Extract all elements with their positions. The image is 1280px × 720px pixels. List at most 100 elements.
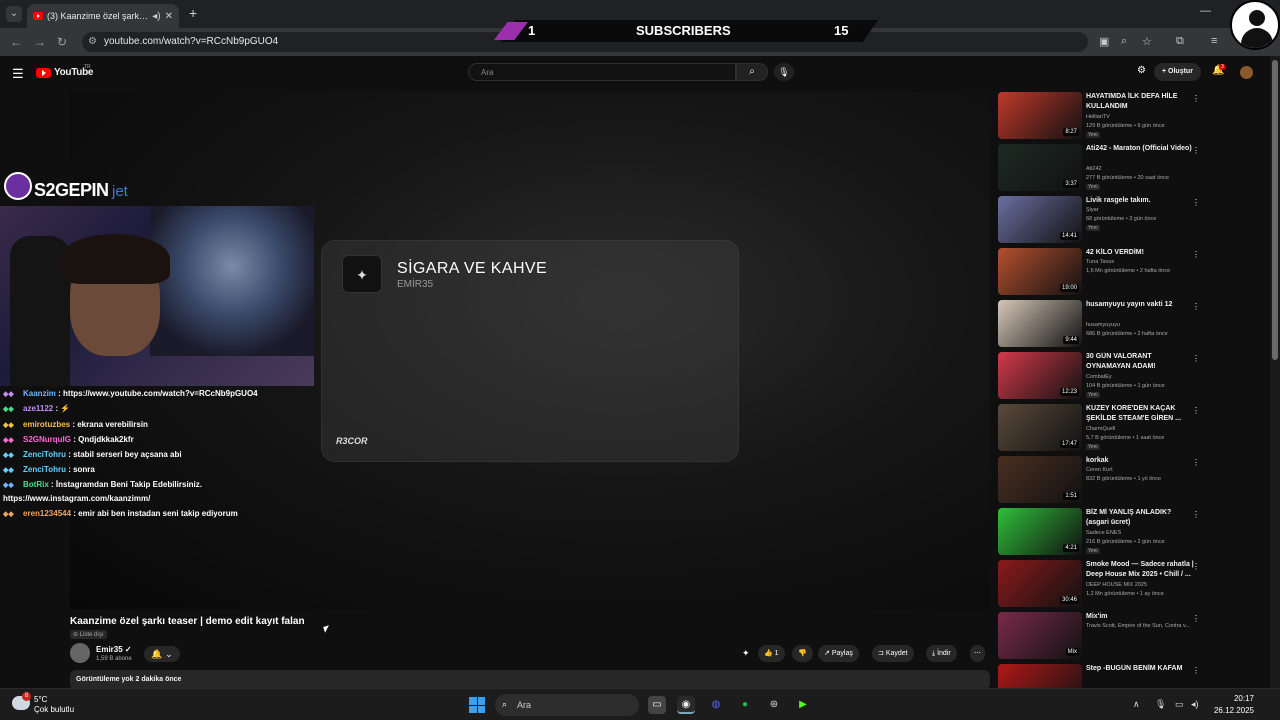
more-options-icon[interactable]: ⋮ [1192, 146, 1200, 155]
save-button[interactable]: ⊐ Kaydet [872, 645, 914, 662]
recommendation-channel[interactable]: Ceren Kurt [1086, 467, 1113, 473]
description-box[interactable]: Görüntüleme yok 2 dakika önce [70, 670, 990, 690]
video-thumbnail[interactable] [998, 664, 1082, 688]
more-options-icon[interactable]: ⋮ [1192, 458, 1200, 467]
chrome-icon[interactable]: ◉ [677, 696, 695, 714]
recommendation-title[interactable]: Smoke Mood — Sadece rahatla | Deep House… [1086, 560, 1196, 579]
recommendation-title[interactable]: Step -BUGÜN BENİM KAFAM [1086, 664, 1196, 674]
more-options-icon[interactable]: ⋮ [1192, 94, 1200, 103]
minimize-icon[interactable]: — [1200, 5, 1211, 17]
spotify-icon[interactable]: ● [736, 696, 754, 714]
recommendation-channel[interactable]: Şiyar [1086, 207, 1099, 213]
site-info-icon[interactable]: ⚙ [88, 36, 97, 47]
scrollbar-thumb[interactable] [1272, 60, 1278, 360]
recommendation-title[interactable]: 42 KİLO VERDİM! [1086, 248, 1196, 258]
tab-search-icon[interactable]: ⌄ [6, 6, 22, 22]
recommendation-title[interactable]: HAYATIMDA İLK DEFA HİLE KULLANDIM [1086, 92, 1196, 111]
video-thumbnail[interactable]: 19:00 [998, 248, 1082, 295]
dislike-button[interactable]: 👎 [792, 645, 813, 662]
create-button[interactable]: + Oluştur [1154, 63, 1201, 81]
recommendation-title[interactable]: korkak [1086, 456, 1196, 466]
back-icon[interactable]: ← [10, 35, 22, 49]
forward-icon[interactable]: → [34, 35, 46, 49]
video-thumbnail[interactable]: 3:37 [998, 144, 1082, 191]
video-thumbnail[interactable]: 9:44 [998, 300, 1082, 347]
recommendation-item[interactable]: Step -BUGÜN BENİM KAFAM ⋮ [998, 664, 1208, 688]
task-view-icon[interactable]: ▭ [648, 696, 666, 714]
zoom-icon[interactable]: ⌕ [1121, 35, 1127, 48]
video-thumbnail[interactable]: Mix [998, 612, 1082, 659]
new-tab-button[interactable]: + [189, 5, 197, 21]
recommendation-item[interactable]: 19:00 42 KİLO VERDİM! Tuna Tavus 1,6 Mn gör… [998, 248, 1208, 300]
bookmark-star-icon[interactable]: ☆ [1142, 35, 1152, 48]
channel-avatar[interactable] [70, 643, 90, 663]
recommendation-item[interactable]: 1:51 korkak Ceren Kurt 832 B görüntüleme • … [998, 456, 1208, 508]
cast-icon[interactable]: ▣ [1099, 35, 1109, 48]
recommendation-item[interactable]: Mix Mix'im Travis Scott, Empire of the Sun… [998, 612, 1208, 664]
recommendation-item[interactable]: 9:44 husamyuyu yayın vakti 12 husamyuyuyu 6… [998, 300, 1208, 352]
recommendation-title[interactable]: KUZEY KORE'DEN KAÇAK ŞEKİLDE STEAM'E GİR… [1086, 404, 1196, 423]
more-options-icon[interactable]: ⋮ [1192, 666, 1200, 675]
video-thumbnail[interactable]: 12:23 [998, 352, 1082, 399]
more-options-icon[interactable]: ⋮ [1192, 406, 1200, 415]
more-options-icon[interactable]: ⋮ [1192, 198, 1200, 207]
network-icon[interactable]: ▭ [1175, 699, 1184, 710]
recommendation-title[interactable]: Livik rasgele takım. [1086, 196, 1196, 206]
recommendation-title[interactable]: BİZ Mİ YANLIŞ ANLADIK? (asgari ücret) [1086, 508, 1196, 527]
recommendation-channel[interactable]: husamyuyuyu [1086, 322, 1120, 328]
speaker-icon[interactable]: ◂) [152, 11, 160, 22]
recommendation-item[interactable]: 14:41 Livik rasgele takım. Şiyar 68 görüntü… [998, 196, 1208, 248]
discord-icon[interactable]: ◍ [707, 696, 725, 714]
recommendation-channel[interactable]: Sadece ENES [1086, 530, 1121, 536]
more-options-icon[interactable]: ⋮ [1192, 614, 1200, 623]
recommendation-title[interactable]: husamyuyu yayın vakti 12 [1086, 300, 1196, 310]
microphone-icon[interactable]: 🎙 [774, 63, 794, 81]
recommendation-title[interactable]: 30 GÜN VALORANT OYNAMAYAN ADAM! [1086, 352, 1196, 371]
subscribe-bell-button[interactable]: 🔔 ⌄ [144, 646, 180, 662]
clock-date[interactable]: 26.12.2025 [1202, 706, 1254, 715]
user-avatar[interactable] [1240, 66, 1253, 79]
share-button[interactable]: ↗ Paylaş [818, 645, 859, 662]
video-thumbnail[interactable]: 17:47 [998, 404, 1082, 451]
more-actions-icon[interactable]: ⋯ [970, 645, 985, 662]
recommendation-item[interactable]: 4:21 BİZ Mİ YANLIŞ ANLADIK? (asgari ücret… [998, 508, 1208, 560]
recommendation-channel[interactable]: CombatEy [1086, 374, 1112, 380]
taskbar-search[interactable]: Ara [495, 694, 639, 716]
video-thumbnail[interactable]: 14:41 [998, 196, 1082, 243]
recommendation-item[interactable]: 8:27 HAYATIMDA İLK DEFA HİLE KULLANDIM Hel… [998, 92, 1208, 144]
video-thumbnail[interactable]: 30:46 [998, 560, 1082, 607]
channel-name[interactable]: Emir35 ✓ [96, 645, 132, 654]
more-options-icon[interactable]: ⋮ [1192, 354, 1200, 363]
search-icon[interactable]: ⌕ [736, 63, 768, 81]
recommendation-channel[interactable]: DEEP HOUSE MIX 2025 [1086, 582, 1147, 588]
extensions-icon[interactable]: ⧉ [1176, 35, 1184, 48]
tray-chevron-icon[interactable]: ∧ [1133, 699, 1140, 710]
recommendation-item[interactable]: 17:47 KUZEY KORE'DEN KAÇAK ŞEKİLDE STEAM'… [998, 404, 1208, 456]
close-tab-icon[interactable]: ✕ [165, 11, 173, 22]
mic-tray-icon[interactable]: 🎙 [1155, 699, 1166, 710]
start-button[interactable] [469, 697, 485, 713]
recommendation-channel[interactable]: CharmQuell [1086, 426, 1115, 432]
recommendation-channel[interactable]: HellianTV [1086, 114, 1110, 120]
reload-icon[interactable]: ↻ [57, 35, 67, 49]
kick-icon[interactable]: ▶ [794, 696, 812, 714]
recommendation-channel[interactable]: Travis Scott, Empire of the Sun, Contra … [1086, 623, 1190, 629]
sparkle-icon[interactable]: ✦ [742, 648, 750, 659]
more-options-icon[interactable]: ⋮ [1192, 562, 1200, 571]
video-thumbnail[interactable]: 8:27 [998, 92, 1082, 139]
recommendation-title[interactable]: Ati242 - Maraton (Official Video) [1086, 144, 1196, 154]
more-options-icon[interactable]: ⋮ [1192, 510, 1200, 519]
recommendation-channel[interactable]: Tuna Tavus [1086, 259, 1114, 265]
recommendation-item[interactable]: 3:37 Ati242 - Maraton (Official Video) Ati… [998, 144, 1208, 196]
settings-gear-icon[interactable]: ⚙ [1137, 65, 1146, 76]
more-options-icon[interactable]: ⋮ [1192, 250, 1200, 259]
recommendation-channel[interactable]: Ati242 [1086, 166, 1102, 172]
video-thumbnail[interactable]: 1:51 [998, 456, 1082, 503]
menu-icon[interactable]: ☰ [12, 66, 24, 82]
steam-icon[interactable]: ⊛ [765, 696, 783, 714]
browser-tab[interactable]: (3) Kaanzime özel şarkı teas ◂) ✕ [27, 4, 179, 28]
video-thumbnail[interactable]: 4:21 [998, 508, 1082, 555]
download-button[interactable]: ⤓ İndir [926, 645, 957, 662]
reading-list-icon[interactable]: ≡ [1211, 35, 1217, 47]
like-button[interactable]: 👍 1 [758, 645, 785, 662]
